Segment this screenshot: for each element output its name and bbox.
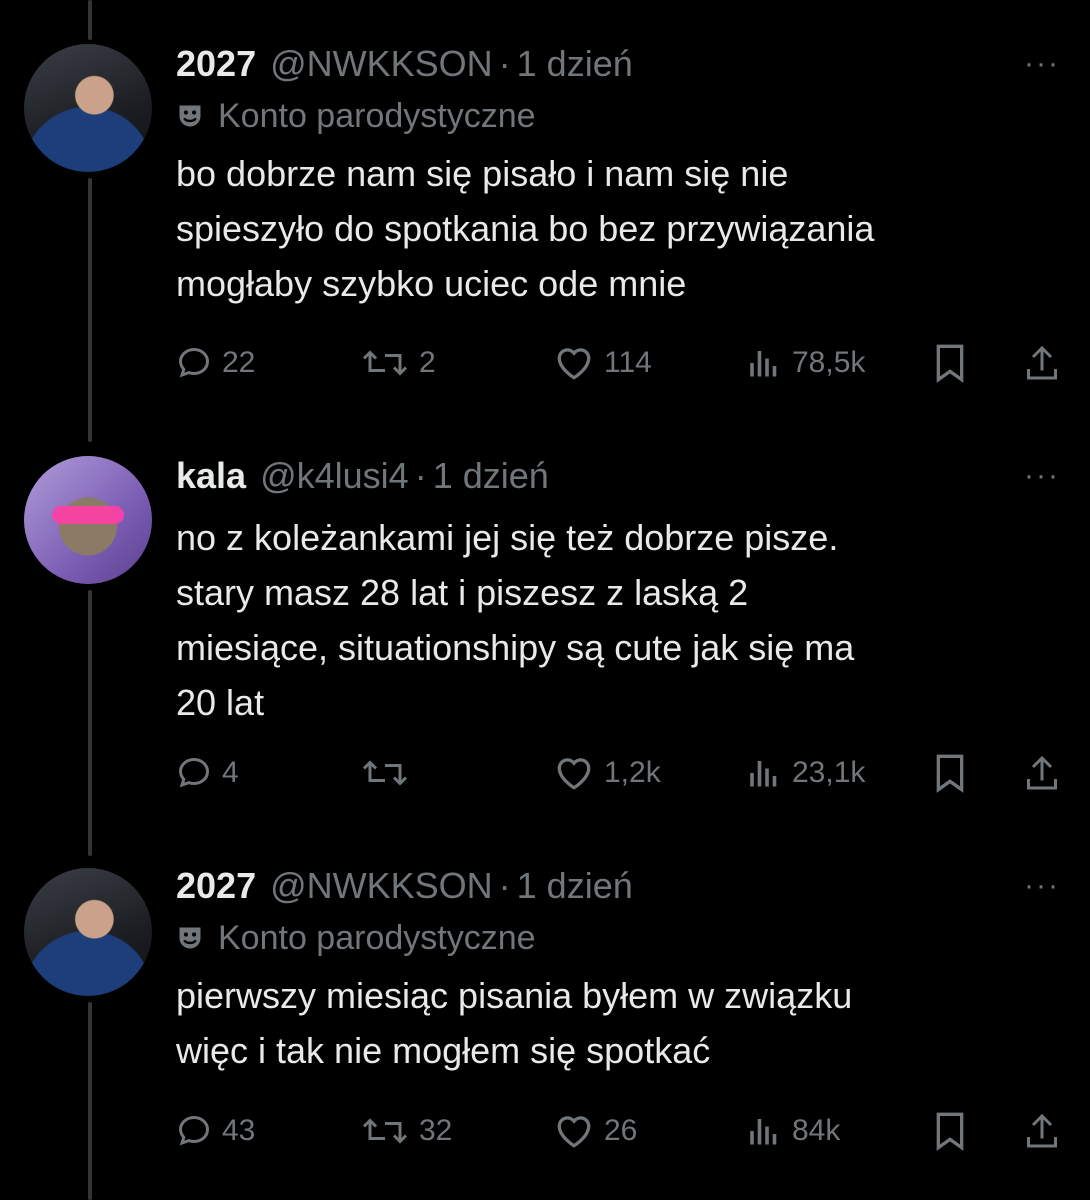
thread-line-1 <box>88 178 92 442</box>
bookmark-button[interactable] <box>932 1111 978 1151</box>
views-button[interactable]: 84k <box>746 1113 840 1149</box>
sunglasses-decoration <box>52 506 124 524</box>
retweet-count: 2 <box>419 346 436 379</box>
parody-label-text: Konto parodystyczne <box>218 97 536 135</box>
view-count: 23,1k <box>792 756 866 789</box>
heart-icon <box>557 1116 591 1148</box>
tweet-text-line: 20 lat <box>176 682 265 723</box>
timestamp[interactable]: 1 dzień <box>517 864 633 908</box>
retweet-icon <box>362 1118 408 1144</box>
timestamp[interactable]: 1 dzień <box>517 42 633 86</box>
like-count: 114 <box>604 346 652 379</box>
views-button[interactable]: 23,1k <box>746 755 865 791</box>
share-icon <box>1027 345 1057 380</box>
parody-label-text: Konto parodystyczne <box>218 919 536 957</box>
tweet-text-line: stary masz 28 lat i piszesz z laską 2 <box>176 572 749 613</box>
tweet-actions: 22 2 114 78,5k <box>176 338 1060 388</box>
tweet-text-line: no z koleżankami jej się też dobrze pisz… <box>176 517 839 558</box>
parody-label: Konto parodystyczne <box>176 916 1060 960</box>
like-count: 26 <box>604 1114 638 1147</box>
parody-mask-icon <box>179 105 201 127</box>
bookmark-icon <box>936 344 964 383</box>
tweet-text-line: spieszyło do spotkania bo bez przywiązan… <box>176 208 875 249</box>
thread-line-top <box>88 0 92 40</box>
tweet-header: 2027 @NWKKSON · 1 dzień <box>176 864 1060 908</box>
avatar[interactable] <box>24 44 152 172</box>
tweet-text-line: więc i tak nie mogłem się spotkać <box>176 1030 711 1071</box>
retweet-icon <box>362 350 408 376</box>
user-handle[interactable]: @NWKKSON <box>270 864 493 908</box>
reply-button[interactable]: 22 <box>176 345 255 381</box>
reply-button[interactable]: 4 <box>176 755 239 791</box>
avatar[interactable] <box>24 868 152 996</box>
retweet-button[interactable] <box>361 755 419 791</box>
reply-count: 4 <box>222 756 239 789</box>
tweet-text: pierwszy miesiąc pisania byłem w związku… <box>176 968 1060 1078</box>
bookmark-icon <box>936 1112 964 1151</box>
retweet-button[interactable]: 32 <box>361 1113 452 1149</box>
parody-mask-icon <box>179 927 201 949</box>
views-button[interactable]: 78,5k <box>746 345 865 381</box>
display-name[interactable]: kala <box>176 454 246 498</box>
view-count: 78,5k <box>792 346 866 379</box>
tweet-actions: 43 32 26 84k <box>176 1106 1060 1156</box>
tweet-text-line: pierwszy miesiąc pisania byłem w związku <box>176 975 853 1016</box>
thread-line-2 <box>88 590 92 856</box>
like-count: 1,2k <box>604 756 661 789</box>
more-options-icon[interactable]: ··· <box>1024 454 1060 498</box>
reply-icon <box>178 757 210 788</box>
views-icon <box>750 761 777 787</box>
heart-icon <box>557 348 591 380</box>
tweet-header: kala @k4lusi4 · 1 dzień <box>176 454 1060 498</box>
share-button[interactable] <box>1024 753 1070 793</box>
heart-icon <box>557 758 591 790</box>
tweet-header: 2027 @NWKKSON · 1 dzień <box>176 42 1060 86</box>
views-icon <box>750 1119 777 1145</box>
share-icon <box>1027 755 1057 790</box>
like-button[interactable]: 114 <box>554 345 652 381</box>
like-button[interactable]: 1,2k <box>554 755 661 791</box>
tweet-text-line: mogłaby szybko uciec ode mnie <box>176 263 687 304</box>
tweet-text: bo dobrze nam się pisało i nam się nie s… <box>176 146 1060 311</box>
display-name[interactable]: 2027 <box>176 864 256 908</box>
reply-button[interactable]: 43 <box>176 1113 255 1149</box>
avatar[interactable] <box>24 456 152 584</box>
tweet-text: no z koleżankami jej się też dobrze pisz… <box>176 510 1060 730</box>
retweet-count: 32 <box>419 1114 453 1147</box>
retweet-button[interactable]: 2 <box>361 345 436 381</box>
separator: · <box>498 865 511 906</box>
timestamp[interactable]: 1 dzień <box>433 454 549 498</box>
thread-line-3 <box>88 1002 92 1200</box>
separator: · <box>414 455 427 496</box>
reply-count: 22 <box>222 346 256 379</box>
tweet-text-line: bo dobrze nam się pisało i nam się nie <box>176 153 789 194</box>
more-options-icon[interactable]: ··· <box>1024 42 1060 86</box>
view-count: 84k <box>792 1114 841 1147</box>
bookmark-icon <box>936 754 964 793</box>
more-options-icon[interactable]: ··· <box>1024 864 1060 908</box>
retweet-icon <box>362 760 408 786</box>
bookmark-button[interactable] <box>932 753 978 793</box>
share-button[interactable] <box>1024 1111 1070 1151</box>
bookmark-button[interactable] <box>932 343 978 383</box>
share-button[interactable] <box>1024 343 1070 383</box>
reply-count: 43 <box>222 1114 256 1147</box>
views-icon <box>750 351 777 377</box>
user-handle[interactable]: @NWKKSON <box>270 42 493 86</box>
tweet-actions: 4 1,2k 23,1k <box>176 748 1060 798</box>
share-icon <box>1027 1113 1057 1148</box>
parody-label: Konto parodystyczne <box>176 94 1060 138</box>
reply-icon <box>178 347 210 378</box>
user-handle[interactable]: @k4lusi4 <box>260 454 409 498</box>
separator: · <box>498 43 511 84</box>
display-name[interactable]: 2027 <box>176 42 256 86</box>
tweet-text-line: miesiące, situationshipy są cute jak się… <box>176 627 855 668</box>
like-button[interactable]: 26 <box>554 1113 637 1149</box>
reply-icon <box>178 1115 210 1146</box>
